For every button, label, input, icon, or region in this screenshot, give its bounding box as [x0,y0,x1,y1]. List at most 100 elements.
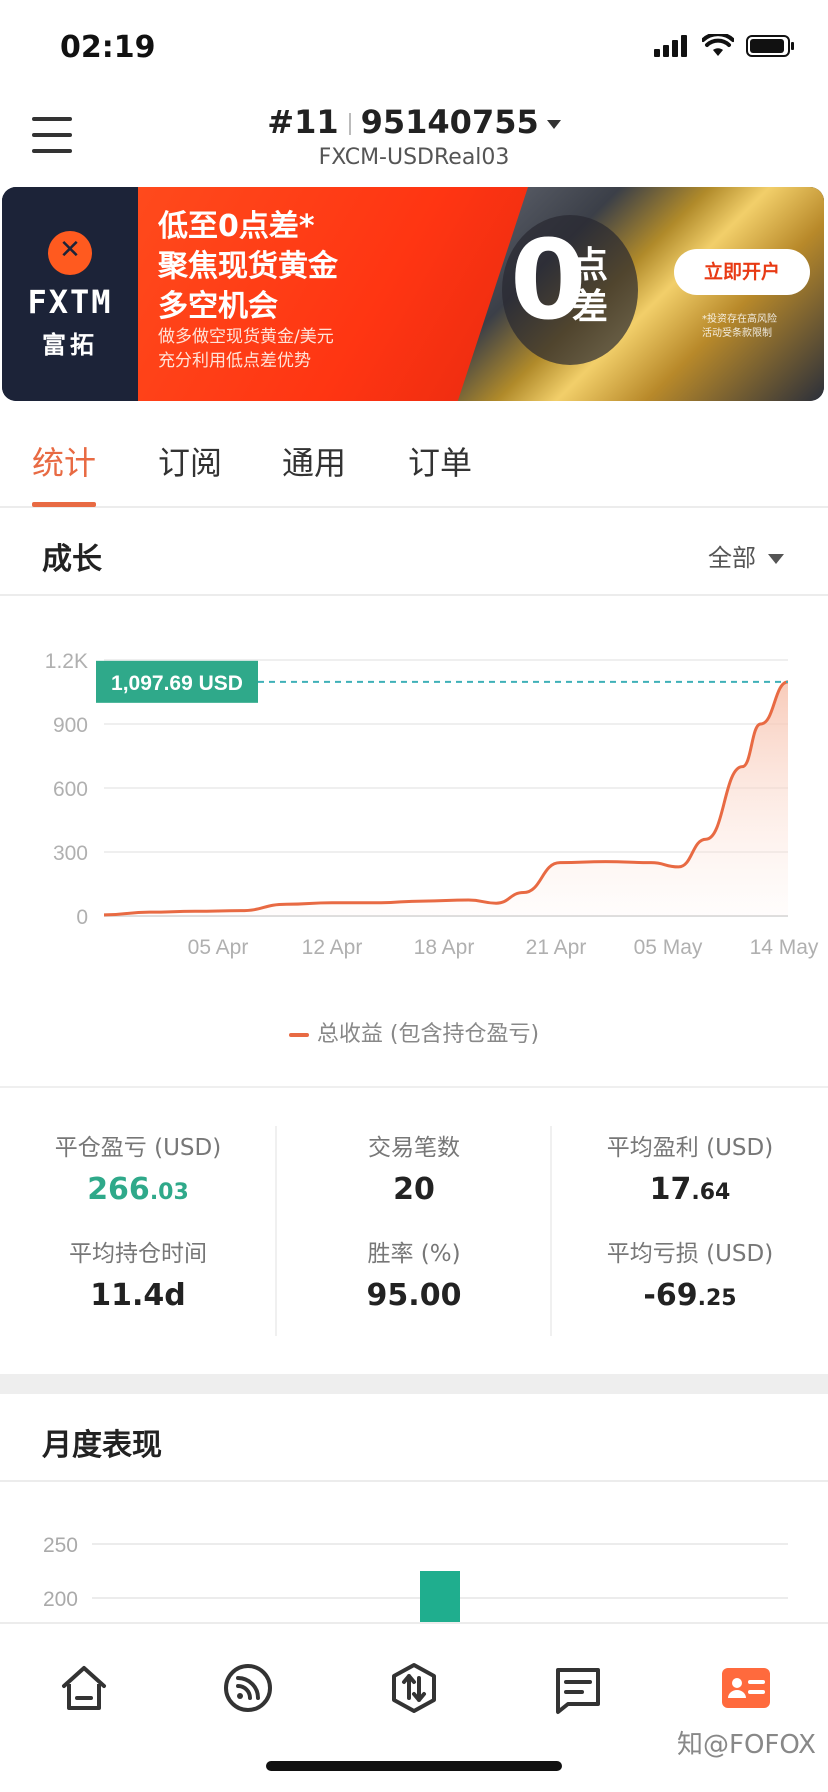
header: #11 95140755 FXCM-USDReal03 [0,95,828,187]
stat-label: 交易笔数 [368,1135,460,1161]
zero-spread-label: 点差 [572,245,609,328]
stat-avg-loss: 平均亏损 (USD) -69.25 [552,1234,828,1313]
y-tick-label: 900 [53,714,88,737]
status-time: 02:19 [60,30,156,65]
banner-sub-line: 充分利用低点差优势 [158,351,311,371]
tab-orders[interactable]: 订单 [408,438,472,484]
banner-headline-line: 低至0点差* [158,209,315,244]
stat-value: -69.25 [552,1278,828,1313]
tab-subscribe[interactable]: 订阅 [158,438,222,484]
y-tick-label: 1.2K [45,650,88,673]
trade-icon [392,1663,436,1713]
watermark: 知@FOFOX [677,1730,816,1760]
stat-value-int: -69 [643,1278,698,1313]
y-tick-label: 200 [43,1588,78,1611]
stat-avg-hold-time: 平均持仓时间 11.4d [0,1234,276,1313]
tab-statistics[interactable]: 统计 [32,438,96,484]
stat-avg-profit: 平均盈利 (USD) 17.64 [552,1128,828,1207]
feed-icon [224,1664,272,1712]
stat-value: 95.00 [366,1278,462,1313]
promo-banner[interactable]: FXTM 富拓 低至0点差* 聚焦现货黄金 多空机会 做多做空现货黄金/美元 充… [2,187,824,401]
stat-closed-pnl: 平仓盈亏 (USD) 266.03 [0,1128,276,1207]
period-filter-dropdown[interactable]: 全部 [708,538,784,573]
tab-general[interactable]: 通用 [282,438,346,484]
fxtm-logo: FXTM 富拓 [2,187,138,401]
stat-value: 266.03 [0,1172,276,1207]
disclaimer-line: *投资存在高风险 [702,314,777,325]
account-number: 95140755 [360,103,539,141]
banner-headline: 低至0点差* 聚焦现货黄金 多空机会 [158,207,338,327]
banner-headline-line: 多空机会 [158,289,278,324]
server-name: FXCM-USDReal03 [318,145,510,170]
signal-icon [654,35,687,57]
stat-value-dec: .64 [691,1180,731,1205]
x-tick-label: 21 Apr [526,936,587,959]
nav-home[interactable] [56,1660,112,1716]
growth-area-fill [104,681,788,916]
status-bar: 02:19 [0,0,828,95]
battery-icon [746,35,794,57]
tab-bar: 统计 订阅 通用 订单 [0,402,828,508]
stat-value: 11.4d [90,1278,186,1313]
logo-text-cn: 富拓 [42,331,98,359]
nav-feed[interactable] [220,1660,276,1716]
stat-label: 平仓盈亏 (USD) [54,1135,222,1161]
chevron-down-icon [546,119,561,129]
stat-value-dec: .03 [149,1180,189,1205]
legend-label: 总收益 (包含持仓盈亏) [316,1022,540,1047]
chart-legend: 总收益 (包含持仓盈亏) [0,1016,828,1048]
app-screen: 02:19 #11 95140755 FXCM-USDReal03 ✕ FXTM… [0,0,828,1792]
disclaimer-line: 活动受条款限制 [702,328,772,339]
x-tick-label: 05 Apr [188,936,249,959]
y-tick-label: 0 [76,906,88,929]
fxtm-logo-mark-icon [48,231,92,275]
stat-label: 平均亏损 (USD) [606,1241,774,1267]
monthly-chart-svg: 250 200 [43,1534,788,1622]
banner-subtext: 做多做空现货黄金/美元 充分利用低点差优势 [158,325,334,373]
nav-profile[interactable] [718,1660,774,1716]
current-value-text: 1,097.69 USD [111,672,243,695]
x-tick-label: 05 May [634,936,703,959]
account-selector[interactable]: #11 95140755 [0,103,828,141]
y-tick-label: 300 [53,842,88,865]
stat-value: 17.64 [552,1172,828,1207]
growth-section-header: 成长 全部 [0,508,828,596]
nav-trade[interactable] [386,1660,442,1716]
status-icons [654,34,796,58]
stat-win-rate: 胜率 (%) 95.00 [276,1234,552,1313]
section-separator [0,1374,828,1394]
stat-column-divider [275,1126,277,1336]
stat-value-dec: .25 [697,1286,737,1311]
monthly-title: 月度表现 [42,1428,162,1463]
divider [0,1086,828,1088]
message-icon [556,1668,600,1714]
legend-swatch [288,1033,309,1037]
x-tick-label: 18 Apr [414,936,475,959]
chevron-down-icon [768,554,784,564]
nav-messages[interactable] [550,1660,606,1716]
banner-headline-line: 聚焦现货黄金 [158,249,338,284]
logo-text-en: FXTM [27,283,113,321]
home-icon [62,1666,106,1710]
x-tick-label: 14 May [750,936,819,959]
stat-trades: 交易笔数 20 [276,1128,552,1207]
stat-value-int: 266 [87,1172,150,1207]
y-tick-label: 250 [43,1534,78,1557]
account-prefix: #11 [267,103,339,141]
home-indicator [266,1761,562,1771]
growth-title: 成长 [42,542,102,577]
banner-disclaimer: *投资存在高风险 活动受条款限制 [702,313,777,341]
current-value-label: 1,097.69 USD [96,660,258,703]
period-filter-label: 全部 [708,544,756,572]
y-tick-label: 600 [53,778,88,801]
open-account-button[interactable]: 立即开户 [674,249,810,295]
profile-card-icon [722,1668,770,1708]
stat-column-divider [550,1126,552,1336]
tab-active-indicator [32,502,96,507]
growth-chart: 0 300 600 900 1.2K 05 Apr 12 Apr 18 Apr 21 Apr 0… [0,598,828,1084]
monthly-section-header: 月度表现 [0,1394,828,1482]
monthly-bar-chart: 250 200 [0,1482,828,1622]
monthly-bar[interactable] [420,1571,460,1622]
growth-chart-svg: 0 300 600 900 1.2K 05 Apr 12 Apr 18 Apr 21 Apr 0… [45,650,819,959]
banner-sub-line: 做多做空现货黄金/美元 [158,327,334,347]
